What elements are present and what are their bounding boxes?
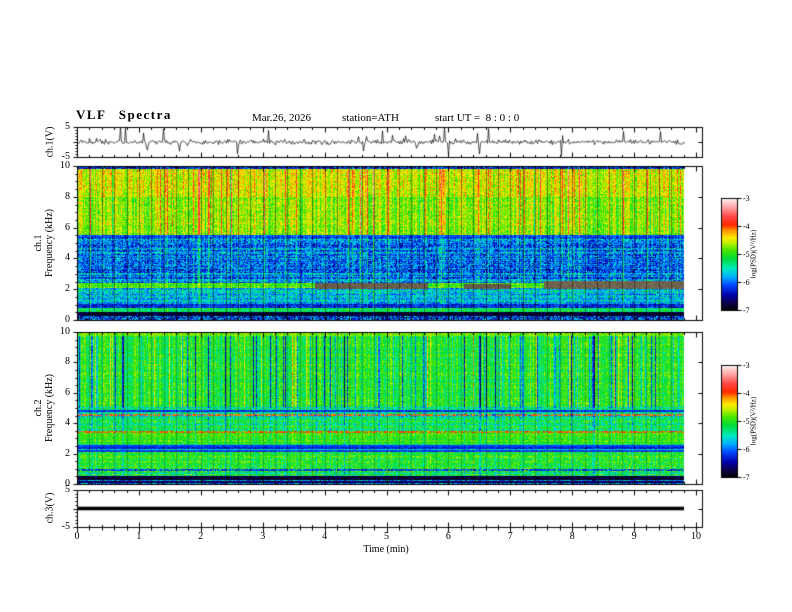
ch1-spec-y-tick-label: 2 <box>65 283 70 295</box>
ch3-y-tick-label: 5 <box>65 484 70 495</box>
figure-canvas <box>0 0 792 612</box>
x-tick-label: 9 <box>631 531 637 542</box>
x-tick-label: 10 <box>691 531 701 542</box>
x-tick-label: 1 <box>136 531 142 542</box>
ch2-spec-axis-label-line2: Frequency (kHz) <box>44 373 55 443</box>
ch1-spec-axis-label-line1: ch.1 <box>33 234 44 252</box>
ch1-spec-y-tick-label: 6 <box>65 221 70 233</box>
colorbar2-tick-label: -6 <box>743 445 750 454</box>
x-tick-label: 7 <box>507 531 513 542</box>
x-tick-label: 8 <box>569 531 575 542</box>
ch1-spec-y-tick-label: 0 <box>65 314 70 325</box>
x-tick-label: 3 <box>260 531 266 542</box>
colorbar2-tick-label: -3 <box>743 361 750 370</box>
colorbar1-tick-label: -3 <box>743 194 750 203</box>
colorbar2-tick-label: -7 <box>743 473 750 482</box>
x-tick-label: 4 <box>322 531 328 542</box>
x-tick-label: 2 <box>198 531 204 542</box>
colorbar1-tick-label: -4 <box>743 222 750 231</box>
colorbar1-tick-label: -6 <box>743 278 750 287</box>
x-tick-label: 6 <box>445 531 451 542</box>
ch1-spec-axis-label-line2: Frequency (kHz) <box>44 208 55 278</box>
colorbar1-tick-label: -5 <box>743 250 750 259</box>
start-ut-label: start UT = 8 : 0 : 0 <box>435 112 520 124</box>
colorbar2-tick-label: -4 <box>743 389 750 398</box>
colorbar2-tick-label: -5 <box>743 417 750 426</box>
ch2-spec-y-tick-label: 6 <box>65 386 70 398</box>
ch2-spec-y-tick-label: 4 <box>65 417 70 429</box>
x-axis-label: Time (min) <box>363 544 409 555</box>
vlf-spectra-figure: VLF Spectra Mar.26, 2026 station=ATH sta… <box>0 0 792 612</box>
date-label: Mar.26, 2026 <box>252 112 311 124</box>
ch1-spec-y-tick-label: 4 <box>65 252 70 264</box>
colorbar1-tick-label: -7 <box>743 306 750 315</box>
station-label: station=ATH <box>342 112 399 124</box>
ch2-spec-y-tick-label: 2 <box>65 447 70 459</box>
ch3-y-tick-label: -5 <box>61 521 70 532</box>
x-tick-label: 5 <box>384 531 389 542</box>
ch1-spec-y-tick-label: 10 <box>60 160 70 171</box>
ch1-wave-y-tick-label: 5 <box>65 121 70 132</box>
ch2-spec-y-tick-label: 8 <box>65 356 70 368</box>
ch2-spec-y-tick-label: 10 <box>60 326 70 337</box>
figure-title: VLF Spectra <box>76 107 172 122</box>
ch1-spec-y-tick-label: 8 <box>65 190 70 202</box>
ch2-spec-axis-label-line1: ch.2 <box>33 399 44 417</box>
